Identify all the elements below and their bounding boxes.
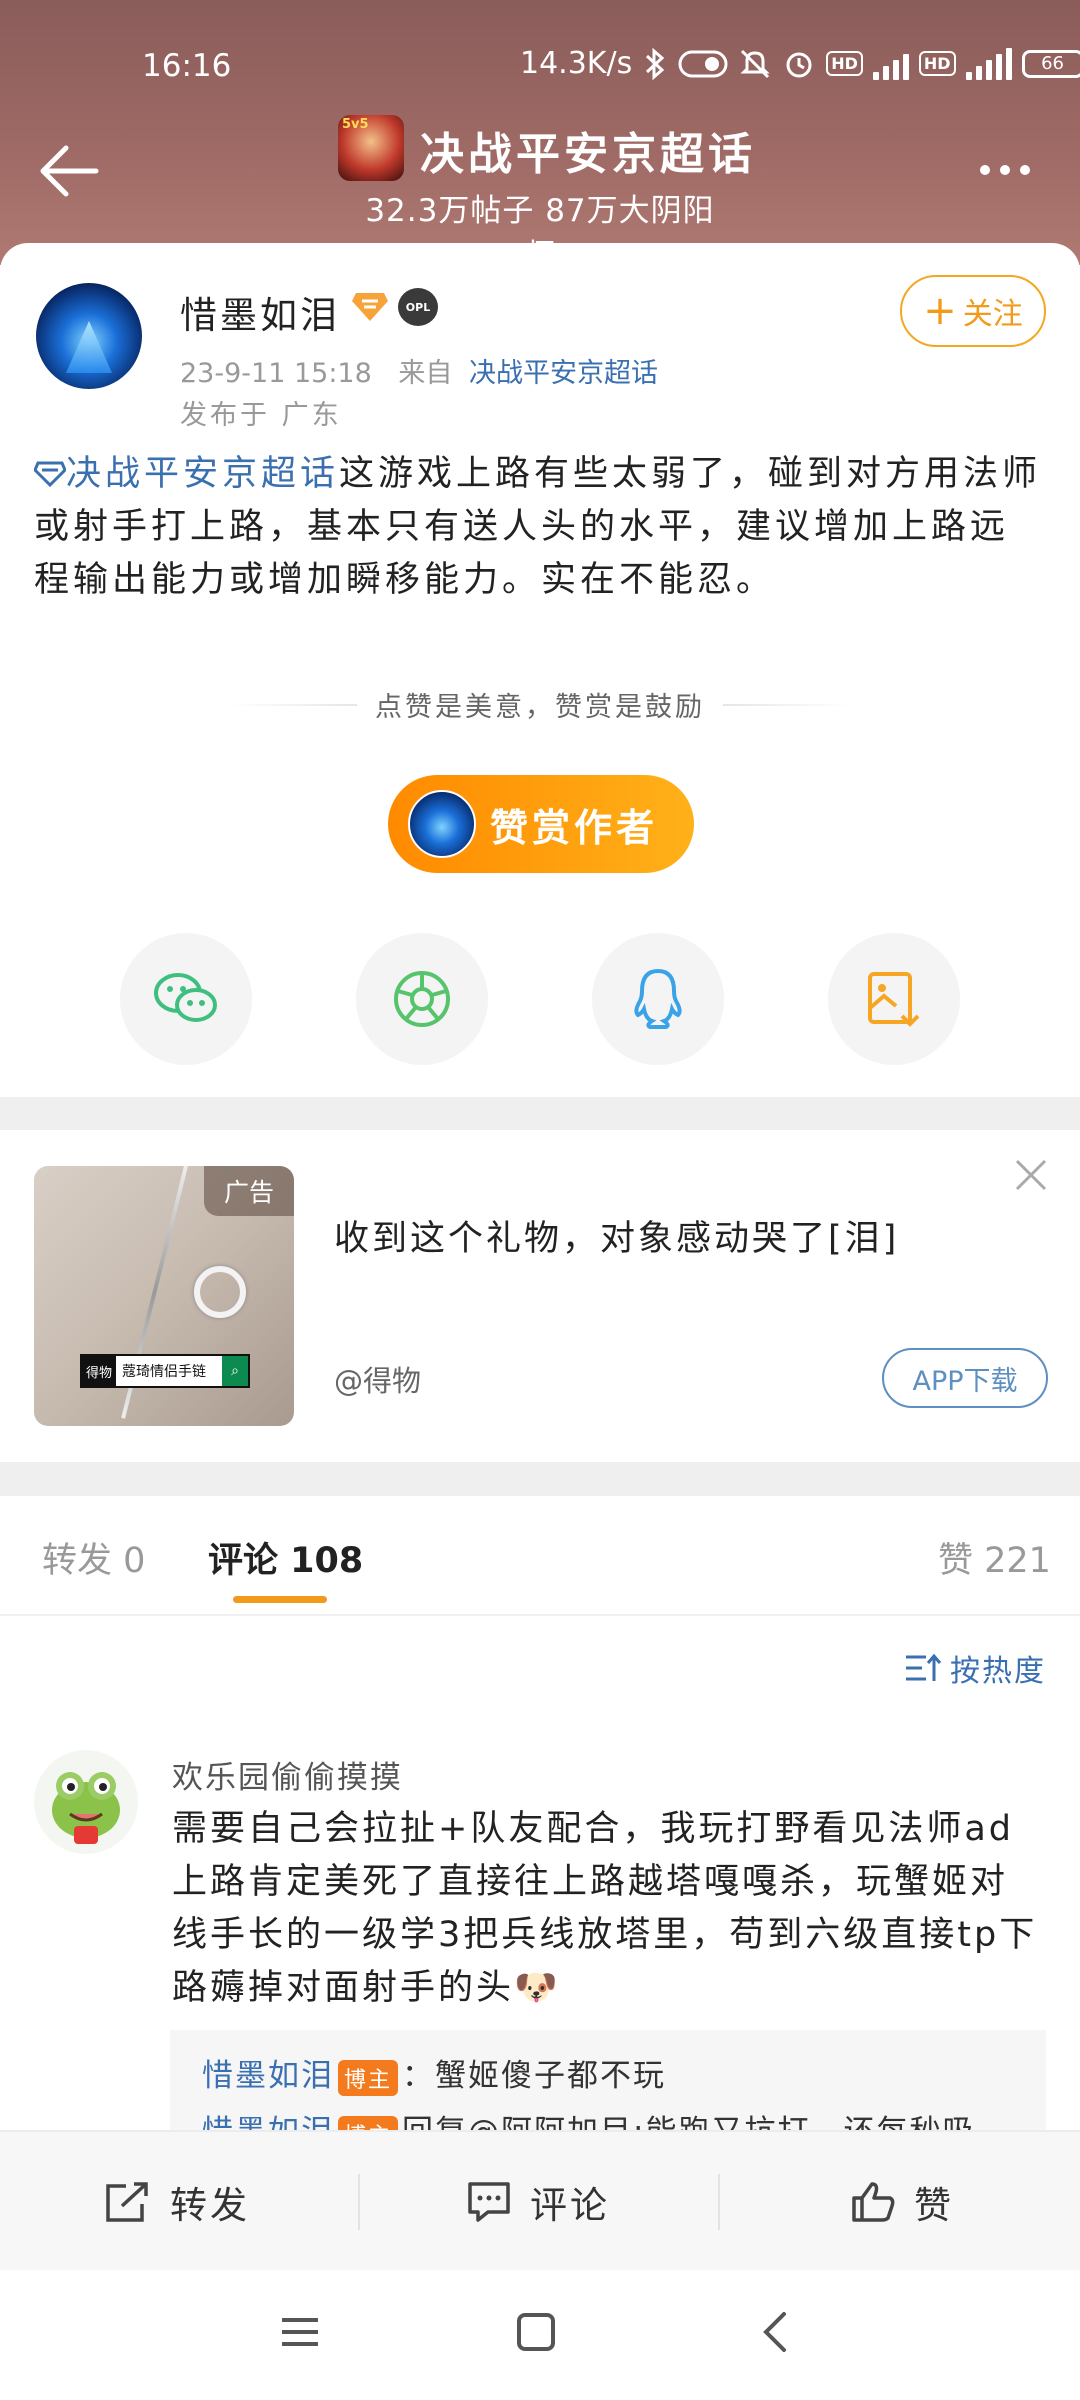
sort-by-hot-button[interactable]: 按热度 (904, 1646, 1046, 1690)
post-location: 发布于 广东 (180, 400, 342, 431)
signal-icon-2 (965, 47, 1012, 80)
back-arrow-icon[interactable] (38, 140, 100, 202)
thumbs-up-icon (852, 2182, 895, 2222)
share-qq-button[interactable] (592, 933, 724, 1065)
tab-comments[interactable]: 评论 108 (208, 1532, 363, 1583)
save-image-icon (868, 972, 920, 1027)
reward-hint: 点赞是美意，赞赏是鼓励 (230, 685, 850, 724)
ad-image[interactable]: 得物 蔻琦情侣手链 ⌕ 广告 (34, 1166, 294, 1426)
menu-icon[interactable] (280, 2312, 320, 2356)
hd-icon-2: HD (918, 51, 956, 76)
topic-avatar: 5v5 (338, 115, 404, 181)
reward-avatar (408, 790, 476, 858)
bluetooth-icon (642, 47, 668, 81)
comment-button[interactable]: 评论 (466, 2132, 610, 2272)
close-icon[interactable] (1014, 1158, 1048, 1192)
status-time: 16:16 (142, 48, 232, 84)
comment-text: 需要自己会拉扯+队友配合，我玩打野看见法师ad上路肯定美死了直接往上路越塔嘎嘎杀… (172, 1809, 1038, 2008)
home-icon[interactable] (516, 2312, 556, 2356)
nav-back-icon[interactable] (756, 2312, 796, 2356)
tab-repost[interactable]: 转发 0 (42, 1532, 145, 1583)
comment-label: 评论 (530, 2184, 610, 2227)
battery-icon: 66 (1021, 49, 1080, 78)
plus-icon: + (923, 288, 957, 334)
moments-icon (394, 971, 450, 1027)
section-divider (0, 1097, 1080, 1131)
share-wechat-button[interactable] (120, 933, 252, 1065)
system-nav-bar (0, 2270, 1080, 2400)
bottom-action-bar: 转发 评论 赞 (0, 2130, 1080, 2272)
topic-link[interactable]: 决战平安京超话 (33, 454, 339, 494)
tab-indicator (233, 1596, 327, 1603)
like-button[interactable]: 赞 (850, 2132, 954, 2272)
reply-item: 惜墨如泪 博主 ：蟹姬傻子都不玩 (202, 2050, 666, 2096)
doge-emoji-icon: 🐶 (514, 1968, 561, 2008)
net-speed: 14.3K/s (520, 46, 633, 81)
save-image-button[interactable] (828, 933, 960, 1065)
commenter-name[interactable]: 欢乐园偷偷摸摸 (172, 1752, 403, 1797)
post-time: 23-9-11 15:18 (180, 358, 372, 389)
post-meta: 23-9-11 15:18 来自 决战平安京超话 (180, 351, 658, 390)
app-download-button[interactable]: APP下载 (882, 1348, 1048, 1408)
opl-badge-icon: OPL (398, 288, 438, 326)
comment-icon (468, 2182, 510, 2222)
section-divider-2 (0, 1462, 1080, 1496)
wechat-icon (154, 973, 217, 1022)
mute-icon (738, 47, 772, 81)
interaction-tabs: 转发 0 评论 108 赞 221 (0, 1496, 1080, 1616)
source-prefix: 来自 (398, 358, 453, 389)
follow-button[interactable]: + 关注 (900, 275, 1046, 347)
qq-icon (634, 968, 682, 1029)
status-icons: 14.3K/s HD HD 66 (520, 46, 1080, 81)
repost-label: 转发 (170, 2184, 250, 2227)
reply-text: ：蟹姬傻子都不玩 (402, 2058, 667, 2094)
reward-author-button[interactable]: 赞赏作者 (388, 775, 694, 873)
topic-title[interactable]: 决战平安京超话 (420, 118, 756, 182)
post-card: 惜墨如泪 OPL 23-9-11 15:18 来自 决战平安京超话 发布于 广东… (0, 243, 1080, 1095)
sort-icon (906, 1653, 942, 1681)
topic-header: 16:16 14.3K/s HD HD 66 5v5 决战平安京超话 32.3万… (0, 0, 1080, 274)
commenter-avatar[interactable] (34, 1750, 138, 1854)
repost-button[interactable]: 转发 (104, 2132, 250, 2272)
ad-title[interactable]: 收到这个礼物，对象感动哭了[泪] (334, 1210, 899, 1261)
ad-card[interactable]: 得物 蔻琦情侣手链 ⌕ 广告 收到这个礼物，对象感动哭了[泪] @得物 APP下… (0, 1130, 1080, 1460)
alarm-icon (782, 47, 816, 81)
post-body: 决战平安京超话这游戏上路有些太弱了，碰到对方用法师或射手打上路，基本只有送人头的… (33, 448, 1044, 607)
source-link[interactable]: 决战平安京超话 (469, 358, 658, 389)
reward-label: 赞赏作者 (490, 805, 659, 850)
follow-label: 关注 (962, 297, 1023, 332)
like-label: 赞 (914, 2184, 954, 2227)
author-name[interactable]: 惜墨如泪 (180, 285, 340, 339)
tab-likes[interactable]: 赞 221 (938, 1532, 1051, 1583)
ad-source: @得物 (334, 1364, 422, 1398)
signal-icon (872, 48, 909, 80)
supertopic-icon (33, 461, 67, 488)
ad-tag: 广告 (204, 1166, 294, 1216)
sort-label: 按热度 (950, 1654, 1046, 1689)
search-icon: ⌕ (222, 1356, 248, 1386)
member-badge-icon (350, 289, 390, 325)
author-avatar[interactable] (36, 283, 142, 389)
more-icon[interactable] (980, 158, 1040, 182)
reply-author[interactable]: 惜墨如泪 (202, 2058, 334, 2094)
share-moments-button[interactable] (356, 933, 488, 1065)
toggle-icon (678, 49, 728, 79)
author-tag: 博主 (338, 2059, 399, 2096)
ad-image-search: 得物 蔻琦情侣手链 ⌕ (80, 1354, 250, 1388)
repost-icon (106, 2182, 148, 2222)
hd-icon: HD (826, 51, 863, 76)
